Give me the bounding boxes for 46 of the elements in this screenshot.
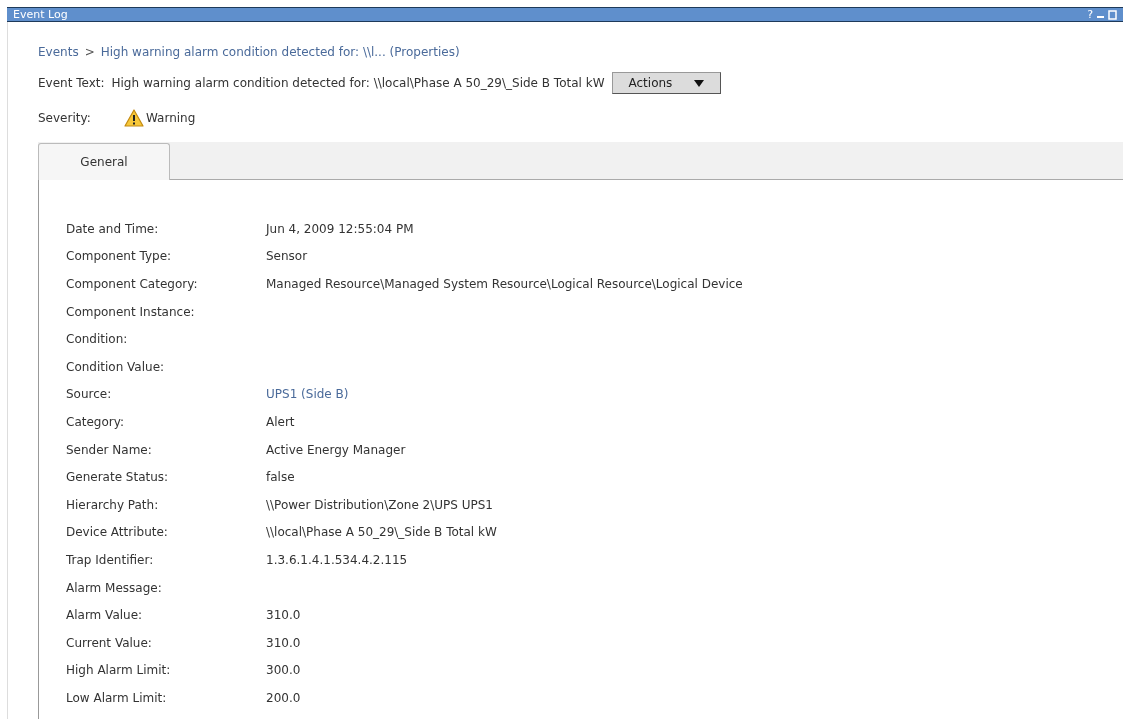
property-label: Component Instance: bbox=[66, 303, 196, 321]
help-button[interactable]: ? bbox=[1087, 9, 1093, 20]
property-link[interactable]: UPS1 (Side B) bbox=[266, 385, 349, 404]
event-text-value: High warning alarm condition detected for: \\local\Phase A 50_29\_Side B Total kW bbox=[111, 75, 605, 92]
actions-button[interactable]: Actions bbox=[611, 72, 722, 94]
caret-icon bbox=[694, 79, 705, 87]
property-value: 1.3.6.1.4.1.534.4.2.115 bbox=[266, 551, 408, 569]
property-label: Source: bbox=[66, 386, 113, 404]
property-label: Component Type: bbox=[66, 248, 173, 266]
property-value: 310.0 bbox=[266, 607, 301, 625]
property-label: Alarm Message: bbox=[66, 579, 163, 597]
property-label: Sender Name: bbox=[66, 441, 153, 459]
breadcrumb-link[interactable]: Events bbox=[38, 43, 79, 61]
event-text-label: Event Text: bbox=[38, 75, 105, 92]
property-label: Low Alarm Limit: bbox=[66, 689, 168, 707]
tab[interactable]: General bbox=[38, 143, 170, 180]
property-label: Condition: bbox=[66, 331, 129, 349]
property-value: \\local\Phase A 50_29\_Side B Total kW bbox=[266, 524, 497, 542]
property-label: High Alarm Limit: bbox=[66, 662, 172, 680]
breadcrumb-separator: > bbox=[84, 44, 95, 61]
window-title: Event Log bbox=[13, 9, 68, 20]
property-label: Current Value: bbox=[66, 634, 153, 652]
warning-icon bbox=[124, 109, 144, 127]
property-label: Condition Value: bbox=[66, 358, 166, 376]
property-value: Managed Resource\Managed System Resource\Logical Resource\Logical Device bbox=[266, 276, 743, 293]
severity-value: Warning bbox=[146, 110, 196, 127]
property-value: \\Power Distribution\Zone 2\UPS UPS1 bbox=[266, 496, 493, 514]
property-value: Alert bbox=[266, 413, 295, 431]
property-label: Device Attribute: bbox=[66, 524, 169, 542]
breadcrumb-current[interactable]: High warning alarm condition detected for: \\l... (Properties) bbox=[100, 43, 460, 61]
property-label: Alarm Value: bbox=[66, 607, 144, 625]
property-value: Jun 4, 2009 12:55:04 PM bbox=[266, 220, 414, 238]
property-value: 300.0 bbox=[266, 662, 301, 680]
property-label: Category: bbox=[66, 413, 125, 431]
property-label: Component Category: bbox=[66, 276, 199, 293]
property-value: 310.0 bbox=[266, 634, 301, 652]
property-value: 200.0 bbox=[266, 689, 301, 707]
property-value: Sensor bbox=[266, 248, 308, 266]
severity-label: Severity: bbox=[38, 110, 92, 127]
property-label: Date and Time: bbox=[66, 220, 160, 238]
property-label: Hierarchy Path: bbox=[66, 496, 160, 514]
property-value: Active Energy Manager bbox=[266, 441, 406, 459]
property-value: false bbox=[266, 469, 295, 487]
property-label: Trap Identifier: bbox=[66, 551, 155, 569]
maximize-icon[interactable] bbox=[1108, 9, 1117, 20]
property-label: Generate Status: bbox=[66, 469, 170, 487]
